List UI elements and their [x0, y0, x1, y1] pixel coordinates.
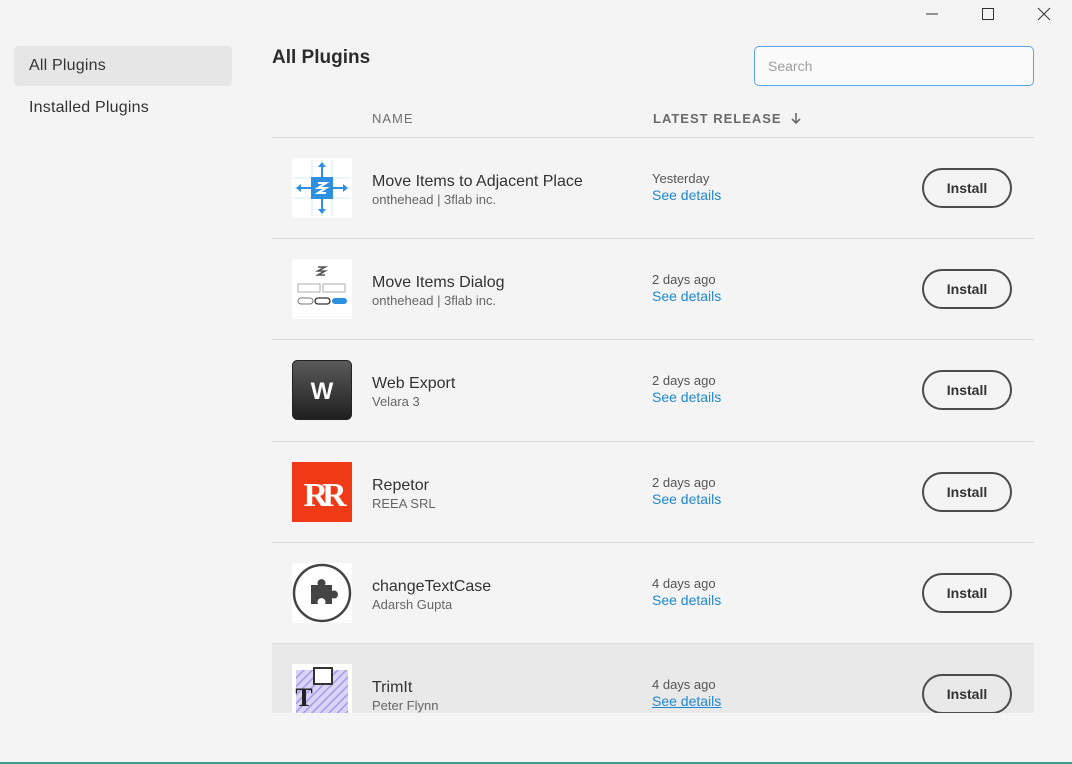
- plugin-author: Adarsh Gupta: [372, 596, 453, 612]
- plugin-release-date: 2 days ago: [652, 272, 716, 288]
- plugin-list: Move Items to Adjacent Place onthehead |…: [272, 138, 1034, 713]
- see-details-link[interactable]: See details: [652, 288, 721, 304]
- maximize-icon: [982, 8, 994, 20]
- install-button[interactable]: Install: [922, 572, 1012, 613]
- see-details-link[interactable]: See details: [652, 592, 721, 608]
- plugin-row: changeTextCase Adarsh Gupta 4 days ago S…: [272, 543, 1034, 644]
- plugin-row: Move Items to Adjacent Place onthehead |…: [272, 138, 1034, 240]
- plugin-author: Velara 3: [372, 394, 420, 410]
- plugin-release-date: 4 days ago: [652, 575, 716, 591]
- window-controls: [904, 0, 1072, 28]
- plugin-row: W Web Export Velara 3 2 days ago See det…: [272, 340, 1034, 442]
- repetor-icon: RR: [292, 461, 352, 522]
- column-headers: NAME LATEST RELEASE: [272, 106, 1034, 138]
- plugin-author: Peter Flynn: [372, 697, 439, 713]
- plugin-release-date: 4 days ago: [652, 676, 716, 692]
- plugin-author: onthehead | 3flab inc.: [372, 192, 497, 207]
- install-button[interactable]: Install: [922, 370, 1012, 411]
- web-export-letter: W: [311, 378, 334, 405]
- install-button[interactable]: Install: [922, 168, 1012, 208]
- plugin-author: onthehead | 3flab inc.: [372, 293, 497, 309]
- close-icon: [1037, 7, 1051, 21]
- maximize-button[interactable]: [960, 0, 1016, 28]
- plugin-name: Repetor: [372, 476, 429, 494]
- arrow-down-icon: [791, 113, 801, 125]
- see-details-link[interactable]: See details: [652, 491, 721, 507]
- see-details-link[interactable]: See details: [652, 389, 721, 405]
- sidebar: All Plugins Installed Plugins: [14, 46, 232, 130]
- sidebar-item-label: All Plugins: [29, 57, 106, 74]
- plugin-name: Move Items Dialog: [372, 274, 505, 292]
- web-export-icon: W: [292, 360, 352, 421]
- column-header-latest-release[interactable]: LATEST RELEASE: [653, 111, 802, 126]
- plugin-row: T TrimIt Peter Flynn 4 days ago See deta…: [272, 643, 1034, 713]
- install-button[interactable]: Install: [922, 269, 1012, 310]
- install-button[interactable]: Install: [922, 471, 1012, 512]
- plugin-release-date: Yesterday: [652, 171, 710, 186]
- install-button[interactable]: Install: [922, 673, 1012, 713]
- see-details-link[interactable]: See details: [652, 693, 721, 709]
- minimize-button[interactable]: [904, 0, 960, 28]
- trimit-letter: T: [295, 683, 312, 712]
- trimit-icon: T: [292, 663, 352, 713]
- close-button[interactable]: [1016, 0, 1072, 28]
- repetor-letter: RR: [303, 477, 347, 514]
- plugin-row: Move Items Dialog onthehead | 3flab inc.…: [272, 239, 1034, 341]
- page-title: All Plugins: [272, 47, 371, 68]
- plugin-name: changeTextCase: [372, 577, 492, 595]
- puzzle-icon: [292, 562, 352, 623]
- move-items-icon: [292, 158, 352, 218]
- minimize-icon: [926, 13, 938, 15]
- plugin-name: TrimIt: [372, 678, 413, 696]
- plugin-name: Web Export: [372, 375, 456, 393]
- column-header-name[interactable]: NAME: [372, 111, 414, 126]
- plugin-name: Move Items to Adjacent Place: [372, 173, 583, 190]
- plugin-row: RR Repetor REEA SRL 2 days ago See detai…: [272, 442, 1034, 543]
- sidebar-item-label: Installed Plugins: [29, 99, 149, 116]
- plugin-release-date: 2 days ago: [652, 474, 716, 490]
- plugin-author: REEA SRL: [372, 495, 436, 511]
- see-details-link[interactable]: See details: [652, 187, 721, 203]
- plugin-release-date: 2 days ago: [652, 373, 716, 389]
- search-input[interactable]: [754, 46, 1034, 86]
- move-dialog-icon: [292, 259, 352, 320]
- sidebar-item-installed-plugins[interactable]: Installed Plugins: [14, 88, 232, 128]
- sidebar-item-all-plugins[interactable]: All Plugins: [14, 46, 232, 86]
